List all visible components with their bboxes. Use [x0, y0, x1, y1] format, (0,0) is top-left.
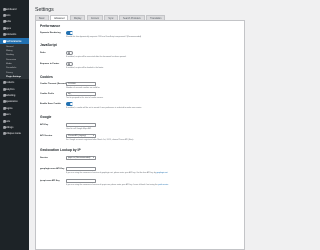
cookie-timeout-desc: Number of seconds cookies are valid for.	[66, 87, 101, 89]
main-content: Settings Basic Advanced Display Content …	[29, 0, 250, 250]
section-title-performance: Performance	[40, 24, 61, 28]
sidebar-item-label: Appearance	[4, 100, 18, 104]
api-key-input[interactable]	[66, 123, 96, 127]
sidebar-item-label: Dashboard	[4, 7, 17, 11]
section-title-javascript: JavaScript	[40, 43, 57, 47]
page-title: Settings	[35, 7, 54, 13]
enable-save-cookie-toggle[interactable]	[66, 102, 73, 106]
defer-label: Defer	[40, 52, 46, 54]
ipapi-key-label: ip-api.com API Key	[40, 180, 60, 182]
geoplugin-key-input[interactable]	[66, 167, 96, 171]
cookie-timeout-input[interactable]: 2592000	[66, 82, 96, 86]
dynamic-rendering-toggle[interactable]	[66, 31, 73, 35]
ipapi-key-input[interactable]	[66, 179, 96, 183]
section-title-google: Google	[40, 115, 52, 119]
chevron-down-icon: ▾	[92, 135, 94, 137]
api-version-value: Places API (Legacy)	[68, 135, 87, 137]
cookie-prefix-desc: Text to prepend to the start of cookie n…	[66, 97, 104, 99]
sidebar-item-collapse[interactable]: Collapse menu	[0, 131, 29, 137]
settings-panel: Performance Dynamic Rendering Should thi…	[35, 20, 245, 250]
service-value: ipapi.co (Recommended)	[68, 157, 91, 159]
admin-sidebar: Dashboard Posts Media Pages Comments Woo…	[0, 0, 29, 250]
sidebar-item-label: Settings	[4, 125, 14, 129]
sidebar-item-label: Pages	[4, 26, 12, 30]
sidebar-item-label: Products	[4, 81, 15, 85]
defer-desc: If enabled, scripts will be executed aft…	[66, 56, 127, 58]
ipapi-link[interactable]: paid service	[158, 184, 168, 186]
sidebar-item-label: Comments	[4, 33, 17, 37]
enable-save-cookie-label: Enable Save Cookie	[40, 103, 61, 105]
geoplugin-desc-text: If you are using the commercial version …	[66, 172, 156, 174]
cookie-prefix-label: Cookie Prefix	[40, 93, 54, 95]
sidebar-item-label: Users	[4, 113, 11, 117]
sidebar-item-label: Marketing	[4, 93, 16, 97]
api-version-select[interactable]: Places API (Legacy) ▾	[66, 134, 96, 138]
enable-save-cookie-desc: If enabled, a cookie will be set to reco…	[66, 107, 142, 109]
sidebar-item-label: Tools	[4, 119, 11, 123]
section-title-cookies: Cookies	[40, 75, 53, 79]
dynamic-rendering-label: Dynamic Rendering	[40, 32, 61, 34]
service-select[interactable]: ipapi.co (Recommended) ▾	[66, 156, 96, 160]
defer-toggle[interactable]	[66, 51, 73, 55]
sidebar-item-label: Media	[4, 20, 11, 24]
sidebar-top-items: Dashboard Posts Media Pages Comments Woo…	[0, 6, 29, 137]
geoplugin-link[interactable]: geoplugin.net	[156, 172, 167, 174]
cookie-timeout-label: Cookie Timeout (Seconds)	[40, 83, 68, 85]
section-title-geolocation: Geolocation Lookup by IP	[40, 148, 81, 152]
sidebar-item-label: Analytics	[4, 87, 15, 91]
api-key-desc: Used to call Google Maps API.	[66, 128, 92, 130]
sidebar-item-label: Collapse menu	[4, 132, 22, 136]
api-version-desc: For Google accounts registered after Mar…	[66, 139, 134, 141]
in-footer-label: Enqueue in Footer	[40, 63, 60, 65]
in-footer-desc: If enabled, scripts will be loaded in th…	[66, 67, 104, 69]
geoplugin-key-label: geoplugin.com API Key	[40, 168, 65, 170]
ipapi-desc-text: If you are using the commercial version …	[66, 184, 158, 186]
api-version-label: API Version	[40, 135, 53, 137]
api-key-label: API Key	[40, 124, 49, 126]
geoplugin-key-desc: If you are using the commercial version …	[66, 172, 168, 174]
cookie-prefix-input[interactable]: wp_	[66, 92, 96, 96]
sidebar-item-label: WooCommerce	[4, 39, 22, 43]
service-label: Service	[40, 157, 48, 159]
sidebar-item-label: Posts	[4, 14, 11, 18]
in-footer-toggle[interactable]	[66, 62, 73, 66]
chevron-down-icon: ▾	[92, 157, 94, 159]
sidebar-item-label: Plugins	[4, 106, 13, 110]
dynamic-rendering-desc: Should this hire dynamically requests CS…	[66, 36, 142, 38]
ipapi-key-desc: If you are using the commercial version …	[66, 184, 168, 186]
